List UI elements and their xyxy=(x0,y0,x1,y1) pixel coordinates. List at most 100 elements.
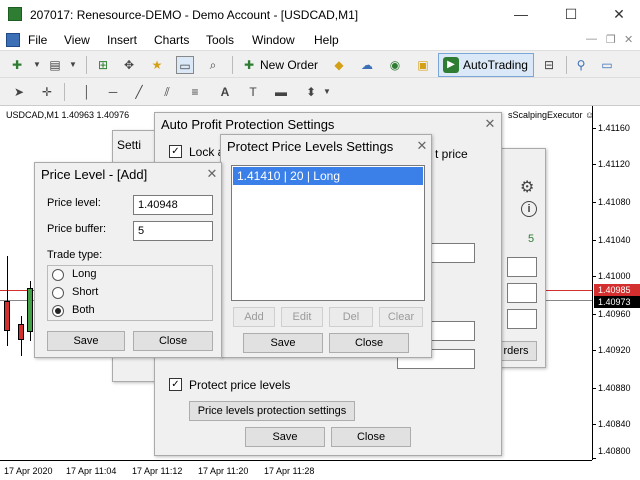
chevron-down-icon[interactable]: ▼ xyxy=(28,56,46,74)
mdi-minimize-button[interactable]: — xyxy=(586,33,597,45)
expert-value: 5 xyxy=(528,233,535,245)
trade-type-short-radio[interactable] xyxy=(52,287,64,299)
gear-icon[interactable]: ⚙ xyxy=(520,177,534,197)
price-levels-protection-settings-button[interactable]: Price levels protection settings xyxy=(189,401,355,421)
strategy-tester-icon[interactable]: ⌕ xyxy=(204,56,222,74)
trade-type-short-label: Short xyxy=(72,286,99,298)
time-label: 17 Apr 11:20 xyxy=(198,466,249,476)
close-icon[interactable]: ✕ xyxy=(481,115,499,133)
close-icon[interactable]: ✕ xyxy=(203,165,221,183)
menu-insert[interactable]: Insert xyxy=(107,33,137,47)
candle-body xyxy=(18,324,24,340)
chart-shift-icon[interactable]: ⊟ xyxy=(540,56,558,74)
profiles-icon[interactable]: ▤ xyxy=(46,56,64,74)
menu-charts[interactable]: Charts xyxy=(154,33,189,47)
time-label: 17 Apr 11:28 xyxy=(264,466,315,476)
price-label: 1.41160 xyxy=(598,123,630,133)
price-tick xyxy=(593,458,596,459)
clear-button[interactable]: Clear xyxy=(379,307,423,327)
close-window-button[interactable]: ✕ xyxy=(604,4,634,24)
price-level-add-dialog: Price Level - [Add] ✕ Price level: 1.409… xyxy=(34,162,222,358)
trade-type-label: Trade type: xyxy=(47,249,103,261)
chevron-down-icon[interactable]: ▼ xyxy=(318,83,336,101)
price-level-dialog-title: Price Level - [Add] xyxy=(35,163,221,187)
protect-price-levels-checkbox[interactable]: ✓ xyxy=(169,378,182,391)
time-label: 17 Apr 11:04 xyxy=(66,466,117,476)
chat-icon[interactable]: ▭ xyxy=(598,56,616,74)
crosshair-icon[interactable]: ✛ xyxy=(38,83,56,101)
save-button[interactable]: Save xyxy=(243,333,323,353)
trade-type-long-radio[interactable] xyxy=(52,269,64,281)
info-icon[interactable]: i xyxy=(521,201,537,217)
toolbar-separator xyxy=(232,56,233,74)
metaeditor-icon[interactable]: ◆ xyxy=(330,56,348,74)
new-order-button[interactable]: New Order xyxy=(254,54,324,76)
rectangle-icon[interactable]: ▬ xyxy=(272,83,290,101)
price-tick xyxy=(593,164,596,165)
trade-type-both-radio[interactable] xyxy=(52,305,64,317)
close-icon[interactable]: ✕ xyxy=(413,137,431,155)
price-label: 1.40880 xyxy=(598,383,631,393)
autotrading-button[interactable]: ▶ AutoTrading xyxy=(438,53,534,77)
toolbar-separator xyxy=(86,56,87,74)
fibonacci-icon[interactable]: ≡ xyxy=(186,83,204,101)
market-watch-icon[interactable]: ⊞ xyxy=(94,56,112,74)
vertical-line-icon[interactable]: │ xyxy=(78,83,96,101)
menu-bar: File View Insert Charts Tools Window Hel… xyxy=(0,30,640,50)
expert-input-1[interactable] xyxy=(507,257,537,277)
equidistant-channel-icon[interactable]: ⫽ xyxy=(158,83,176,101)
save-button[interactable]: Save xyxy=(245,427,325,447)
delete-button[interactable]: Del xyxy=(329,307,373,327)
close-button[interactable]: Close xyxy=(329,333,409,353)
add-button[interactable]: Add xyxy=(233,307,275,327)
price-label: 1.40920 xyxy=(598,345,631,355)
standard-toolbar: ✚ ▼ ▤ ▼ ⊞ ✥ ★ ▭ ⌕ ✚ New Order ◆ ☁ ◉ ▣ ▶ … xyxy=(0,50,640,78)
signals-icon[interactable]: ☁ xyxy=(358,56,376,74)
save-button[interactable]: Save xyxy=(47,331,125,351)
mdi-restore-button[interactable]: ❐ xyxy=(606,33,616,46)
terminal-icon[interactable]: ▭ xyxy=(176,56,194,74)
edit-button[interactable]: Edit xyxy=(281,307,323,327)
lock-profit-checkbox[interactable]: ✓ xyxy=(169,145,182,158)
search-icon[interactable]: ⚲ xyxy=(572,56,590,74)
cursor-icon[interactable]: ➤ xyxy=(10,83,28,101)
navigator-icon[interactable]: ★ xyxy=(148,56,166,74)
mdi-close-button[interactable]: ✕ xyxy=(624,33,633,46)
price-tick xyxy=(593,350,596,351)
new-chart-icon[interactable]: ✚ xyxy=(8,56,26,74)
price-tick xyxy=(593,388,596,389)
window-titlebar: 207017: Renesource-DEMO - Demo Account -… xyxy=(0,0,640,30)
expert-input-2[interactable] xyxy=(507,283,537,303)
list-item[interactable]: 1.41410 | 20 | Long xyxy=(233,167,423,185)
menu-help[interactable]: Help xyxy=(314,33,339,47)
text-icon[interactable]: A xyxy=(216,83,234,101)
mdi-document-icon[interactable] xyxy=(6,33,20,47)
protect-levels-dialog-title: Protect Price Levels Settings xyxy=(221,135,431,159)
price-levels-list[interactable]: 1.41410 | 20 | Long xyxy=(231,165,425,301)
close-button[interactable]: Close xyxy=(133,331,213,351)
expert-advisor-label: sScalpingExecutor ☺ xyxy=(508,110,595,120)
trendline-icon[interactable]: ╱ xyxy=(130,83,148,101)
play-icon: ▶ xyxy=(443,57,459,73)
chart-symbol-header: USDCAD,M1 1.40963 1.40976 xyxy=(6,110,130,120)
menu-file[interactable]: File xyxy=(28,33,47,47)
market-icon[interactable]: ◉ xyxy=(386,56,404,74)
data-window-icon[interactable]: ✥ xyxy=(120,56,138,74)
price-tick xyxy=(593,314,596,315)
chevron-down-icon[interactable]: ▼ xyxy=(64,56,82,74)
minimize-button[interactable]: — xyxy=(506,4,536,24)
menu-window[interactable]: Window xyxy=(252,33,295,47)
menu-tools[interactable]: Tools xyxy=(206,33,234,47)
expert-input-3[interactable] xyxy=(507,309,537,329)
maximize-button[interactable]: ☐ xyxy=(556,4,586,24)
menu-view[interactable]: View xyxy=(64,33,90,47)
price-buffer-input[interactable]: 5 xyxy=(133,221,213,241)
text-label-icon[interactable]: T xyxy=(244,83,262,101)
horizontal-line-icon[interactable]: ─ xyxy=(104,83,122,101)
close-button[interactable]: Close xyxy=(331,427,411,447)
vps-icon[interactable]: ▣ xyxy=(414,56,432,74)
price-level-input[interactable]: 1.40948 xyxy=(133,195,213,215)
trade-type-group: Long Short Both xyxy=(47,265,213,321)
drawing-toolbar: ➤ ✛ │ ─ ╱ ⫽ ≡ A T ▬ ⬍ ▼ xyxy=(0,78,640,106)
protect-price-levels-dialog: Protect Price Levels Settings ✕ 1.41410 … xyxy=(220,134,432,358)
